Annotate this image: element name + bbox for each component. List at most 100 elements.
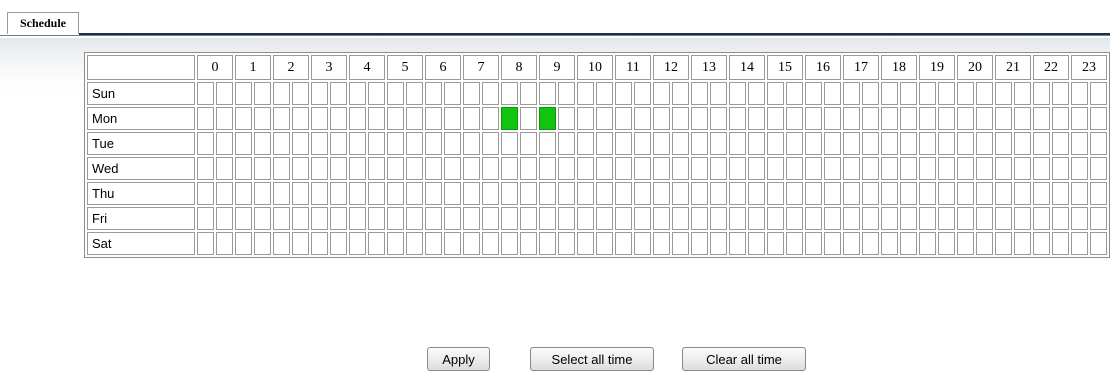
time-slot[interactable] bbox=[729, 107, 746, 130]
time-slot[interactable] bbox=[615, 82, 632, 105]
time-slot[interactable] bbox=[767, 132, 784, 155]
time-slot[interactable] bbox=[805, 132, 822, 155]
time-slot[interactable] bbox=[1090, 232, 1107, 255]
time-slot[interactable] bbox=[444, 232, 461, 255]
time-slot[interactable] bbox=[881, 82, 898, 105]
time-slot[interactable] bbox=[349, 132, 366, 155]
time-slot[interactable] bbox=[824, 82, 841, 105]
time-slot[interactable] bbox=[615, 107, 632, 130]
time-slot[interactable] bbox=[957, 82, 974, 105]
time-slot[interactable] bbox=[843, 82, 860, 105]
time-slot[interactable] bbox=[539, 157, 556, 180]
time-slot[interactable] bbox=[672, 107, 689, 130]
time-slot[interactable] bbox=[1033, 107, 1050, 130]
time-slot[interactable] bbox=[1052, 232, 1069, 255]
time-slot[interactable] bbox=[235, 157, 252, 180]
time-slot[interactable] bbox=[501, 157, 518, 180]
time-slot[interactable] bbox=[919, 157, 936, 180]
time-slot[interactable] bbox=[824, 157, 841, 180]
time-slot[interactable] bbox=[653, 107, 670, 130]
time-slot[interactable] bbox=[577, 82, 594, 105]
time-slot[interactable] bbox=[900, 232, 917, 255]
time-slot[interactable] bbox=[919, 207, 936, 230]
time-slot[interactable] bbox=[406, 182, 423, 205]
time-slot[interactable] bbox=[387, 157, 404, 180]
select-all-time-button[interactable]: Select all time bbox=[530, 347, 654, 371]
time-slot[interactable] bbox=[539, 207, 556, 230]
time-slot[interactable] bbox=[653, 157, 670, 180]
time-slot[interactable] bbox=[805, 82, 822, 105]
time-slot[interactable] bbox=[216, 232, 233, 255]
time-slot[interactable] bbox=[1090, 207, 1107, 230]
time-slot[interactable] bbox=[995, 157, 1012, 180]
time-slot[interactable] bbox=[254, 82, 271, 105]
time-slot[interactable] bbox=[691, 232, 708, 255]
time-slot[interactable] bbox=[767, 107, 784, 130]
time-slot[interactable] bbox=[634, 132, 651, 155]
time-slot[interactable] bbox=[197, 182, 214, 205]
time-slot[interactable] bbox=[387, 232, 404, 255]
time-slot[interactable] bbox=[463, 107, 480, 130]
time-slot[interactable] bbox=[995, 82, 1012, 105]
time-slot[interactable] bbox=[216, 157, 233, 180]
time-slot[interactable] bbox=[482, 157, 499, 180]
time-slot[interactable] bbox=[368, 207, 385, 230]
time-slot[interactable] bbox=[672, 82, 689, 105]
time-slot[interactable] bbox=[254, 132, 271, 155]
time-slot[interactable] bbox=[273, 82, 290, 105]
time-slot[interactable] bbox=[425, 182, 442, 205]
time-slot[interactable] bbox=[292, 232, 309, 255]
time-slot[interactable] bbox=[216, 207, 233, 230]
time-slot[interactable] bbox=[501, 182, 518, 205]
time-slot[interactable] bbox=[862, 107, 879, 130]
time-slot[interactable] bbox=[1014, 107, 1031, 130]
time-slot[interactable] bbox=[938, 182, 955, 205]
time-slot[interactable] bbox=[520, 107, 537, 130]
time-slot[interactable] bbox=[577, 207, 594, 230]
time-slot[interactable] bbox=[463, 182, 480, 205]
time-slot[interactable] bbox=[615, 132, 632, 155]
time-slot[interactable] bbox=[995, 207, 1012, 230]
time-slot[interactable] bbox=[254, 232, 271, 255]
time-slot[interactable] bbox=[824, 132, 841, 155]
time-slot[interactable] bbox=[349, 182, 366, 205]
time-slot[interactable] bbox=[843, 107, 860, 130]
time-slot[interactable] bbox=[577, 157, 594, 180]
tab-schedule[interactable]: Schedule bbox=[7, 12, 79, 34]
time-slot[interactable] bbox=[330, 207, 347, 230]
time-slot[interactable] bbox=[748, 82, 765, 105]
time-slot[interactable] bbox=[1090, 157, 1107, 180]
time-slot[interactable] bbox=[957, 232, 974, 255]
time-slot[interactable] bbox=[216, 182, 233, 205]
time-slot[interactable] bbox=[368, 132, 385, 155]
time-slot[interactable] bbox=[1071, 107, 1088, 130]
time-slot[interactable] bbox=[805, 157, 822, 180]
time-slot[interactable] bbox=[919, 232, 936, 255]
time-slot[interactable] bbox=[976, 82, 993, 105]
time-slot[interactable] bbox=[520, 207, 537, 230]
time-slot[interactable] bbox=[292, 182, 309, 205]
time-slot[interactable] bbox=[558, 107, 575, 130]
time-slot[interactable] bbox=[634, 182, 651, 205]
time-slot[interactable] bbox=[1090, 107, 1107, 130]
time-slot[interactable] bbox=[748, 157, 765, 180]
time-slot[interactable] bbox=[881, 207, 898, 230]
time-slot[interactable] bbox=[976, 132, 993, 155]
time-slot[interactable] bbox=[938, 207, 955, 230]
time-slot[interactable] bbox=[615, 207, 632, 230]
time-slot[interactable] bbox=[425, 207, 442, 230]
time-slot[interactable] bbox=[292, 207, 309, 230]
time-slot[interactable] bbox=[558, 207, 575, 230]
time-slot[interactable] bbox=[1071, 82, 1088, 105]
time-slot[interactable] bbox=[197, 232, 214, 255]
clear-all-time-button[interactable]: Clear all time bbox=[682, 347, 806, 371]
time-slot[interactable] bbox=[862, 207, 879, 230]
time-slot[interactable] bbox=[672, 132, 689, 155]
time-slot[interactable] bbox=[976, 182, 993, 205]
time-slot[interactable] bbox=[558, 82, 575, 105]
time-slot[interactable] bbox=[577, 232, 594, 255]
time-slot[interactable] bbox=[216, 132, 233, 155]
time-slot[interactable] bbox=[976, 232, 993, 255]
time-slot[interactable] bbox=[919, 132, 936, 155]
time-slot[interactable] bbox=[1052, 107, 1069, 130]
